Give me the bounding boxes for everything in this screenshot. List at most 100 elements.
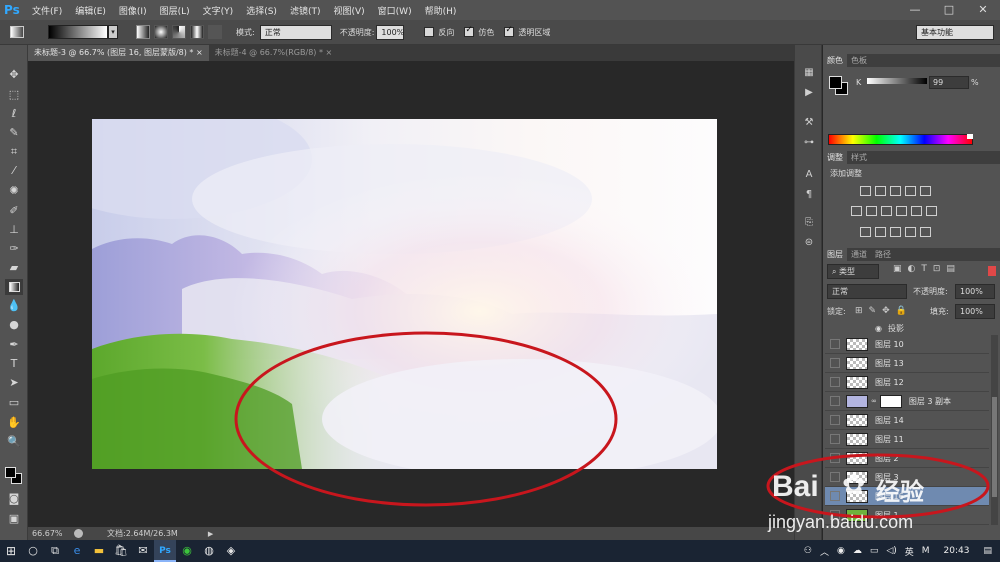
layer-filter-select[interactable]: ⌕ 类型 <box>827 264 879 279</box>
edge-browser-icon[interactable]: e <box>66 540 88 562</box>
visibility-toggle[interactable] <box>830 339 840 349</box>
photo-filter-icon[interactable] <box>896 206 907 216</box>
vibrance-triangle-icon[interactable] <box>920 186 931 196</box>
gradient-tool-icon[interactable] <box>10 26 24 38</box>
levels-icon[interactable] <box>875 186 886 196</box>
layer-opacity-input[interactable]: 100% <box>955 284 995 299</box>
status-menu-arrow-icon[interactable]: ▶ <box>208 530 213 538</box>
tray-chevron-icon[interactable]: ︿ <box>820 545 829 558</box>
tab-close-icon[interactable]: × <box>326 48 333 57</box>
photoshop-taskbar-icon[interactable]: Ps <box>154 540 176 562</box>
tab-close-icon[interactable]: × <box>196 48 203 57</box>
paragraph-icon[interactable]: ¶ <box>801 187 817 203</box>
cloud-icon[interactable]: ☁ <box>853 546 862 556</box>
clone-stamp-tool-icon[interactable]: ⊥ <box>5 222 23 238</box>
angle-gradient-button[interactable] <box>172 25 186 39</box>
dither-checkbox[interactable] <box>464 25 475 37</box>
ime-mode[interactable]: M <box>922 546 930 556</box>
exposure-icon[interactable] <box>905 186 916 196</box>
store-icon[interactable]: 🛍 <box>110 540 132 562</box>
hand-tool-icon[interactable]: ✋ <box>5 415 23 431</box>
brush-presets-icon[interactable]: ⊶ <box>801 135 817 151</box>
mode-select[interactable]: 正常 <box>259 24 332 40</box>
k-value-input[interactable]: 99 <box>929 76 969 89</box>
foreground-color-swatch[interactable] <box>5 467 16 478</box>
clock[interactable]: 20:43 <box>944 546 970 556</box>
threshold-icon[interactable] <box>890 227 901 237</box>
visibility-toggle[interactable] <box>830 396 840 406</box>
close-button[interactable]: ✕ <box>966 0 1000 20</box>
layer-row[interactable]: 图层 11 <box>825 430 989 449</box>
black-white-icon[interactable] <box>881 206 892 216</box>
visibility-toggle[interactable] <box>830 434 840 444</box>
color-lookup-icon[interactable] <box>926 206 937 216</box>
menu-help[interactable]: 帮助(H) <box>425 4 457 17</box>
radial-gradient-button[interactable] <box>154 25 168 39</box>
wechat-icon[interactable]: ◉ <box>176 540 198 562</box>
wechat-tray-icon[interactable]: ◉ <box>837 546 845 556</box>
tab-styles[interactable]: 样式 <box>847 151 871 164</box>
ime-language[interactable]: 英 <box>905 545 914 558</box>
healing-brush-tool-icon[interactable]: ✺ <box>5 183 23 199</box>
notification-icon[interactable]: ▤ <box>983 546 992 556</box>
transparency-checkbox[interactable] <box>504 25 515 37</box>
gradient-tool-icon[interactable] <box>5 279 23 295</box>
status-share-icon[interactable] <box>74 529 83 538</box>
zoom-level[interactable]: 66.67% <box>32 529 68 538</box>
move-tool-icon[interactable]: ✥ <box>5 67 23 83</box>
layer-row[interactable]: 图层 13 <box>825 354 989 373</box>
marquee-tool-icon[interactable]: ⬚ <box>5 87 23 103</box>
network-icon[interactable]: ▭ <box>870 546 879 556</box>
curves-icon[interactable] <box>890 186 901 196</box>
menu-select[interactable]: 选择(S) <box>246 4 277 17</box>
dodge-tool-icon[interactable]: ● <box>5 317 23 333</box>
selective-color-icon[interactable] <box>905 227 916 237</box>
actions-icon[interactable]: ▶ <box>801 85 817 101</box>
spectrum-white-chip[interactable] <box>967 134 973 139</box>
brush-tool-icon[interactable]: ✐ <box>5 203 23 219</box>
tab-paths[interactable]: 路径 <box>871 248 895 261</box>
menu-view[interactable]: 视图(V) <box>333 4 364 17</box>
tab-swatches[interactable]: 色板 <box>847 54 871 67</box>
screenshot-app-icon[interactable]: ◈ <box>220 540 242 562</box>
windows-start-icon[interactable]: ⊞ <box>0 540 22 562</box>
layer-row[interactable]: 图层 12 <box>825 373 989 392</box>
opacity-input[interactable]: 100% <box>376 24 405 40</box>
visibility-toggle[interactable] <box>830 358 840 368</box>
maximize-button[interactable]: □ <box>932 0 966 20</box>
eraser-tool-icon[interactable]: ▰ <box>5 260 23 276</box>
visibility-toggle[interactable] <box>830 415 840 425</box>
history-icon[interactable]: ▦ <box>801 65 817 81</box>
channel-mixer-icon[interactable] <box>911 206 922 216</box>
task-view-icon[interactable]: ⧉ <box>44 540 66 562</box>
shape-tool-icon[interactable]: ▭ <box>5 395 23 411</box>
screen-mode-icon[interactable]: ▣ <box>5 511 23 527</box>
mail-icon[interactable]: ✉ <box>132 540 154 562</box>
quick-mask-icon[interactable]: ◙ <box>5 491 23 507</box>
minimize-button[interactable]: — <box>898 0 932 20</box>
people-icon[interactable]: ⚇ <box>804 546 812 556</box>
gradient-preset-picker[interactable] <box>48 25 108 39</box>
tool-presets-icon[interactable]: ⚒ <box>801 115 817 131</box>
tab-channels[interactable]: 通道 <box>847 248 871 261</box>
lasso-tool-icon[interactable]: ℓ <box>5 106 23 122</box>
gradient-dropdown[interactable]: ▾ <box>108 25 118 39</box>
linear-gradient-button[interactable] <box>136 25 150 39</box>
pen-tool-icon[interactable]: ✒ <box>5 337 23 353</box>
reverse-checkbox[interactable] <box>424 27 435 37</box>
file-explorer-icon[interactable]: ▬ <box>88 540 110 562</box>
menu-type[interactable]: 文字(Y) <box>203 4 234 17</box>
layer-effect-row[interactable]: ◉ 投影 <box>825 322 989 335</box>
reflected-gradient-button[interactable] <box>190 25 204 39</box>
layer-row[interactable]: 图层 14 <box>825 411 989 430</box>
clone-source-icon[interactable]: ⎘ <box>801 215 817 231</box>
history-brush-tool-icon[interactable]: ✑ <box>5 241 23 257</box>
invert-icon[interactable] <box>860 227 871 237</box>
effect-eye-icon[interactable]: ◉ <box>875 324 882 333</box>
path-select-tool-icon[interactable]: ➤ <box>5 375 23 391</box>
menu-window[interactable]: 窗口(W) <box>378 4 412 17</box>
type-tool-icon[interactable]: T <box>5 356 23 372</box>
properties-icon[interactable]: ⊜ <box>801 235 817 251</box>
filter-toggle-icon[interactable] <box>988 266 996 276</box>
fg-color-chip[interactable] <box>829 76 842 89</box>
